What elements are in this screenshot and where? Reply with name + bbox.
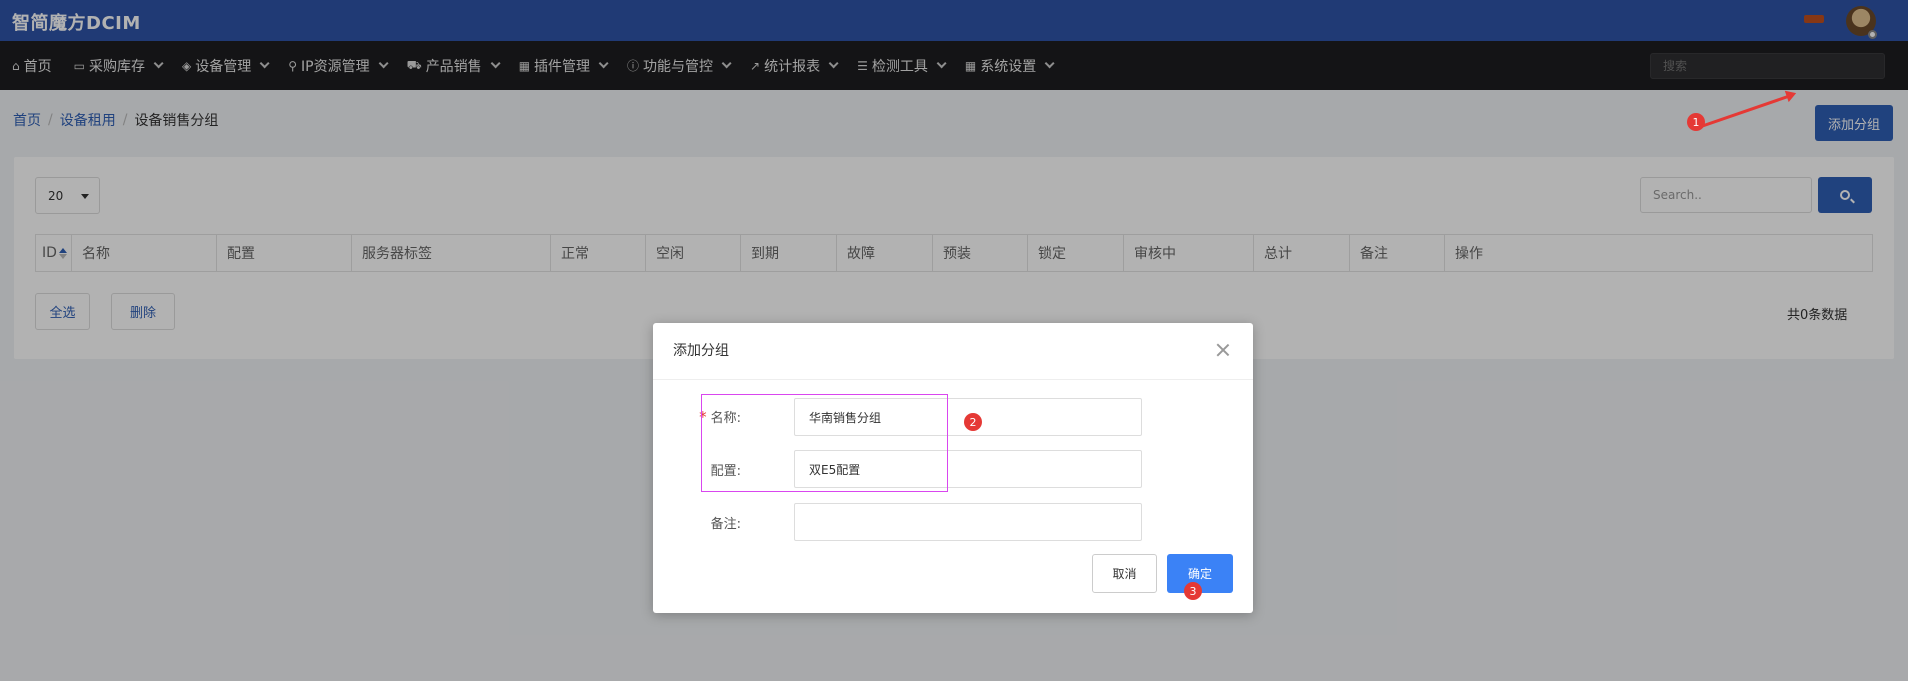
modal-title: 添加分组 — [673, 343, 729, 359]
annotation-badge-1: 1 — [1687, 113, 1705, 131]
add-group-modal: 添加分组 *名称: 配置: 备注: 2 取消 确定 3 — [653, 323, 1253, 613]
modal-header: 添加分组 — [653, 323, 1253, 380]
cancel-button[interactable]: 取消 — [1092, 554, 1157, 593]
annotation-highlight-box — [701, 394, 948, 492]
remark-label: 备注: — [710, 517, 741, 532]
annotation-badge-3: 3 — [1184, 582, 1202, 600]
remark-input[interactable] — [794, 503, 1142, 541]
close-icon[interactable] — [1216, 343, 1230, 357]
annotation-badge-2: 2 — [964, 413, 982, 431]
